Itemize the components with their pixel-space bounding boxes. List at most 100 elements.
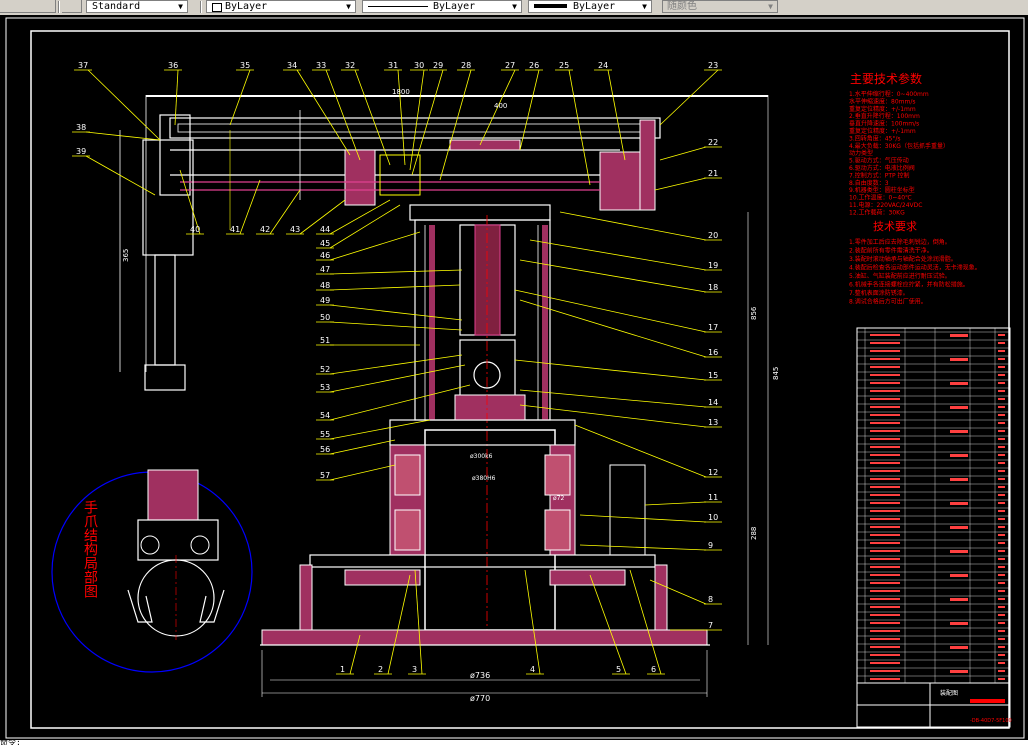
balloon-label: 29 — [433, 61, 443, 70]
linetype-dropdown[interactable]: ByLayer ▼ — [362, 0, 522, 13]
leader-line — [589, 574, 627, 675]
balloon-label: 25 — [559, 61, 569, 70]
balloon-label: 7 — [708, 621, 713, 630]
dim-height-total: 845 — [772, 367, 780, 380]
leader-line — [329, 419, 431, 440]
table-cell-mark — [870, 366, 900, 368]
tech-param-line: 2.垂直升降行程：100mm — [849, 112, 920, 120]
tech-req-title: 技术要求 — [873, 220, 917, 233]
leader-line — [329, 384, 471, 421]
balloon-label: 10 — [708, 513, 718, 522]
balloon-label: 53 — [320, 383, 330, 392]
assembly-drawing: 37 36 35 34 33 32 31 30 29 28 27 26 25 24 233839222120… — [5, 17, 1025, 739]
tech-req-line: 5.油缸、气缸装配前应进行耐压试验。 — [849, 272, 951, 280]
table-cell-mark — [870, 390, 900, 392]
table-cell-mark — [998, 374, 1005, 376]
table-cell-mark — [870, 342, 900, 344]
table-cell-mark — [870, 662, 900, 664]
table-cell-mark — [870, 414, 900, 416]
balloon-label: 40 — [190, 225, 200, 234]
table-cell-mark — [998, 454, 1005, 456]
balloon-label: 1 — [340, 665, 345, 674]
balloon-label: 23 — [708, 61, 718, 70]
balloon-label: 17 — [708, 323, 718, 332]
tech-param-line: 垂直升降速度：100mm/s — [849, 120, 919, 128]
parts-list-table — [856, 327, 1011, 684]
tech-param-line: 8.自由度数：3 — [849, 179, 889, 187]
lineweight-preview-icon — [534, 4, 567, 8]
leader-line — [329, 354, 463, 375]
command-line[interactable]: 命令: — [0, 740, 1028, 745]
table-cell-mark — [998, 446, 1005, 448]
table-cell-mark — [950, 622, 968, 625]
toolbar-button-left[interactable] — [0, 0, 56, 13]
balloon-label: 37 — [78, 61, 88, 70]
tech-param-line: 重复定位精度：+/-1mm — [849, 127, 916, 135]
color-dropdown[interactable]: ByLayer ▼ — [206, 0, 356, 13]
table-cell-mark — [998, 518, 1005, 520]
table-cell-mark — [870, 614, 900, 616]
table-cell-mark — [998, 550, 1005, 552]
table-cell-mark — [998, 566, 1005, 568]
table-cell-mark — [998, 526, 1005, 528]
balloon-label: 9 — [708, 541, 713, 550]
chevron-down-icon: ▼ — [512, 2, 517, 11]
leader-line — [529, 239, 707, 271]
tech-req-line: 8.调试合格后方可出厂使用。 — [849, 298, 927, 306]
plot-style-dropdown[interactable]: 随颜色 ▼ — [662, 0, 778, 13]
table-cell-mark — [870, 534, 900, 536]
table-cell-mark — [870, 462, 900, 464]
leader-line — [654, 177, 707, 191]
text-style-dropdown[interactable]: Standard ▼ — [86, 0, 188, 13]
table-cell-mark — [870, 382, 900, 384]
tech-param-line: 12.工作载荷：30KG — [849, 208, 905, 216]
color-swatch-icon — [212, 3, 222, 12]
balloon-label: 19 — [708, 261, 718, 270]
table-cell-mark — [998, 382, 1005, 384]
drawing-canvas[interactable]: 37 36 35 34 33 32 31 30 29 28 27 26 25 24 23 38 39 22 21 20… — [0, 15, 1028, 740]
table-cell-mark — [998, 398, 1005, 400]
table-cell-mark — [950, 382, 968, 385]
table-cell-mark — [870, 502, 900, 504]
balloon-label: 26 — [529, 61, 539, 70]
leader-line — [559, 211, 707, 241]
lineweight-dropdown[interactable]: ByLayer ▼ — [528, 0, 652, 13]
tech-param-line: 动力类型 — [849, 149, 873, 157]
leader-line — [329, 439, 396, 455]
table-cell-mark — [870, 422, 900, 424]
balloon-label: 13 — [708, 418, 718, 427]
properties-toolbar: Standard ▼ ByLayer ▼ ByLayer ▼ ByLayer ▼… — [0, 0, 1028, 16]
balloon-label: 32 — [345, 61, 355, 70]
tech-param-line: 1.水平伸缩行程：0~400mm — [849, 90, 929, 98]
balloon-label: 42 — [260, 225, 270, 234]
balloon-label: 34 — [287, 61, 297, 70]
tech-param-line: 水平伸缩速度：80mm/s — [849, 97, 915, 105]
leader-line — [87, 69, 161, 141]
table-cell-mark — [870, 574, 900, 576]
leader-line — [329, 321, 463, 331]
table-cell-mark — [998, 462, 1005, 464]
chevron-down-icon: ▼ — [642, 2, 647, 11]
leader-line — [329, 364, 466, 393]
table-cell-mark — [998, 598, 1005, 600]
table-cell-mark — [998, 662, 1005, 664]
balloon-label: 15 — [708, 371, 718, 380]
table-cell-mark — [950, 574, 968, 577]
balloon-label: 52 — [320, 365, 330, 374]
table-cell-mark — [870, 478, 900, 480]
text-style-icon[interactable] — [62, 0, 82, 13]
balloon-label: 27 — [505, 61, 515, 70]
balloon-label: 38 — [76, 123, 86, 132]
table-cell-mark — [950, 646, 968, 649]
leader-line — [329, 231, 421, 261]
table-cell-mark — [998, 582, 1005, 584]
tech-params-title: 主要技术参数 — [850, 71, 922, 86]
table-cell-mark — [998, 534, 1005, 536]
balloon-label: 24 — [598, 61, 608, 70]
leader-line — [85, 131, 161, 141]
balloon-label: 55 — [320, 430, 330, 439]
table-cell-mark — [998, 590, 1005, 592]
balloon-label: 28 — [461, 61, 471, 70]
dim-height-low: 288 — [750, 527, 758, 540]
table-cell-mark — [998, 670, 1005, 672]
